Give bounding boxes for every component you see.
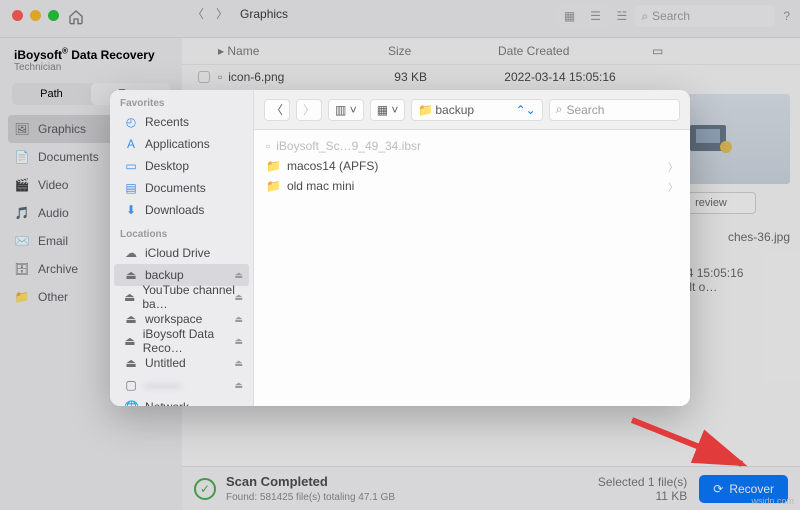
sheet-forward-button[interactable]: 〉 — [296, 99, 322, 121]
folder-dropdown[interactable]: 📁 backup ⌃⌄ — [411, 99, 542, 121]
sheet-view-columns[interactable]: ▥ ˅ — [328, 99, 364, 121]
favorite-icon: ⬇ — [124, 203, 138, 217]
location-item[interactable]: ☁iCloud Drive — [114, 242, 249, 264]
favorite-icon: A — [124, 137, 138, 151]
sheet-list-item[interactable]: 📁macos14 (APFS)〉 — [254, 156, 690, 176]
location-icon: 🌐 — [124, 400, 138, 406]
sheet-list-item: ▫iBoysoft_Sc…9_49_34.ibsr — [254, 136, 690, 156]
save-sheet: Favorites ◴RecentsAApplications▭Desktop▤… — [110, 90, 690, 406]
favorite-icon: ◴ — [124, 115, 138, 129]
location-icon: ⏏ — [124, 268, 138, 282]
sheet-group-button[interactable]: ▦ ˅ — [370, 99, 406, 121]
eject-icon[interactable]: ⏏ — [234, 314, 243, 325]
favorite-documents[interactable]: ▤Documents — [114, 177, 249, 199]
sheet-list-item[interactable]: 📁old mac mini〉 — [254, 176, 690, 196]
sheet-back-button[interactable]: 〈 — [264, 99, 290, 121]
folder-icon: 📁 — [418, 103, 433, 117]
location-icon: ⏏ — [124, 356, 138, 370]
favorite-icon: ▤ — [124, 181, 138, 195]
location-item[interactable]: 🌐Network — [114, 396, 249, 406]
eject-icon[interactable]: ⏏ — [234, 380, 243, 391]
folder-icon: 📁 — [266, 159, 281, 173]
sheet-toolbar: 〈 〉 ▥ ˅ ▦ ˅ 📁 backup ⌃⌄ ⌕ Search — [254, 90, 690, 130]
favorite-icon: ▭ — [124, 159, 138, 173]
location-item[interactable]: ⏏iBoysoft Data Reco…⏏ — [114, 330, 249, 352]
location-icon: ▢ — [124, 378, 138, 392]
location-icon: ⏏ — [124, 290, 135, 304]
location-icon: ⏏ — [124, 334, 136, 348]
favorite-applications[interactable]: AApplications — [114, 133, 249, 155]
file-icon: ▫ — [266, 139, 270, 153]
sheet-search-input[interactable]: ⌕ Search — [549, 99, 680, 121]
favorite-downloads[interactable]: ⬇Downloads — [114, 199, 249, 221]
eject-icon[interactable]: ⏏ — [234, 270, 243, 281]
favorite-recents[interactable]: ◴Recents — [114, 111, 249, 133]
favorites-header: Favorites — [110, 90, 253, 111]
location-item[interactable]: ▢———⏏ — [114, 374, 249, 396]
sheet-file-list[interactable]: ▫iBoysoft_Sc…9_49_34.ibsr📁macos14 (APFS)… — [254, 130, 690, 406]
folder-icon: 📁 — [266, 179, 281, 193]
eject-icon[interactable]: ⏏ — [234, 358, 243, 369]
location-icon: ☁ — [124, 246, 138, 260]
location-item[interactable]: ⏏YouTube channel ba…⏏ — [114, 286, 249, 308]
chevron-right-icon: 〉 — [668, 159, 678, 174]
eject-icon[interactable]: ⏏ — [234, 292, 243, 303]
location-icon: ⏏ — [124, 312, 138, 326]
chevron-updown-icon: ⌃⌄ — [516, 103, 536, 117]
sheet-sidebar: Favorites ◴RecentsAApplications▭Desktop▤… — [110, 90, 254, 406]
locations-header: Locations — [110, 221, 253, 242]
favorite-desktop[interactable]: ▭Desktop — [114, 155, 249, 177]
chevron-right-icon: 〉 — [668, 179, 678, 194]
watermark: wsidn.com — [751, 496, 794, 506]
eject-icon[interactable]: ⏏ — [234, 336, 243, 347]
location-item[interactable]: ⏏Untitled⏏ — [114, 352, 249, 374]
search-icon: ⌕ — [556, 102, 563, 117]
